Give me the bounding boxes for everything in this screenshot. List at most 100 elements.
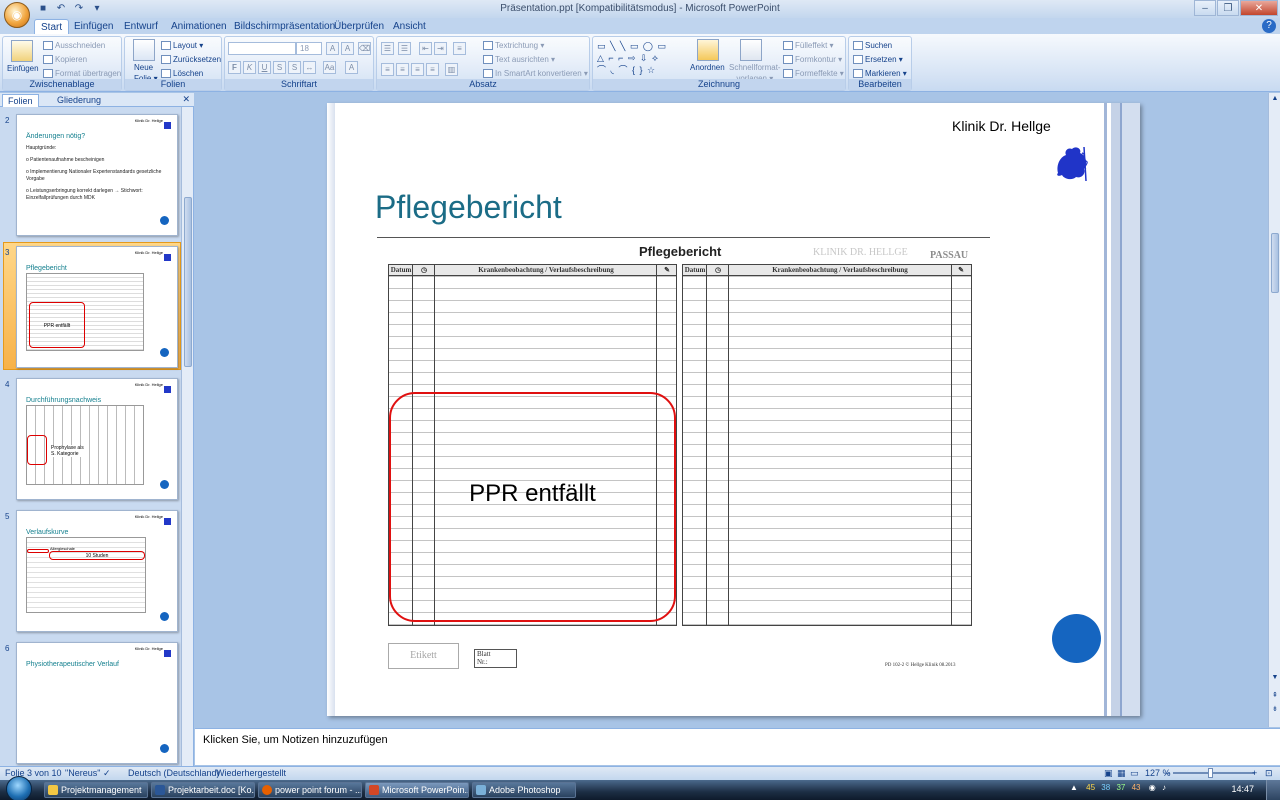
shrink-font-button[interactable]: A [341,42,354,55]
cut-button[interactable]: Ausschneiden [43,40,105,51]
tab-slideshow[interactable]: Bildschirmpräsentation [228,19,341,34]
restore-button[interactable]: ❐ [1217,0,1239,16]
decrease-indent-button[interactable]: ⇤ [419,42,432,55]
shadow-button[interactable]: S [288,61,301,74]
slide-thumbnail-6[interactable]: Klinik Dr. Hellge Physiotherapeutischer … [16,642,178,764]
tab-start[interactable]: Start [34,19,70,34]
select-button[interactable]: Markieren ▾ [853,68,907,79]
start-button[interactable] [6,776,32,800]
taskbar-item-firefox[interactable]: power point forum - ... [258,782,362,798]
network-icon[interactable]: ◉ [1149,783,1156,792]
sorter-view-icon[interactable]: ▦ [1117,768,1126,779]
slides-pane-scrollbar[interactable] [181,107,193,766]
previous-slide-icon[interactable]: ⇞ [1270,691,1280,701]
window-controls: – ❐ ✕ [1193,0,1278,16]
close-pane-icon[interactable]: ✕ [182,94,190,105]
arrange-button[interactable]: Anordnen [690,62,725,73]
tab-slides[interactable]: Folien [2,94,39,107]
replace-button[interactable]: Ersetzen ▾ [853,54,903,65]
shape-outline-button[interactable]: Formkontur ▾ [783,54,842,65]
tab-view[interactable]: Ansicht [387,19,432,34]
delete-slide-button[interactable]: Löschen [161,68,203,79]
slide-clinic-name[interactable]: Klinik Dr. Hellge [952,118,1051,134]
tab-animations[interactable]: Animationen [165,19,233,34]
slide-canvas[interactable]: Klinik Dr. Hellge Pflegebericht Pflegebe… [327,103,1140,716]
find-button[interactable]: Suchen [853,40,892,51]
numbering-button[interactable]: ☰ [398,42,411,55]
align-right-button[interactable]: ≡ [411,63,424,76]
spellcheck-icon[interactable]: ✓ [103,768,111,779]
theme-name[interactable]: "Nereus" [65,768,100,778]
zoom-in-icon[interactable]: + [1252,768,1257,778]
reset-button[interactable]: Zurücksetzen [161,54,221,65]
smartart-button[interactable]: In SmartArt konvertieren ▾ [483,68,588,79]
scrollbar-thumb[interactable] [184,197,192,367]
align-center-button[interactable]: ≡ [396,63,409,76]
shape-effects-label: Formeffekte [795,69,838,78]
slide-thumbnail-3[interactable]: Klinik Dr. Hellge Pflegebericht PPR entf… [16,246,178,368]
slide-title[interactable]: Pflegebericht [375,189,562,226]
line-spacing-button[interactable]: ≡ [453,42,466,55]
zoom-out-icon[interactable]: – [1165,768,1170,778]
align-left-button[interactable]: ≡ [381,63,394,76]
office-button[interactable]: ◉ [4,2,30,28]
bold-button[interactable]: F [228,61,241,74]
thumb-dot [160,480,169,489]
underline-button[interactable]: U [258,61,271,74]
close-button[interactable]: ✕ [1240,0,1278,16]
case-button[interactable]: Aa [323,61,336,74]
taskbar-item-word[interactable]: Projektarbeit.doc [Ko... [151,782,255,798]
scroll-down-icon[interactable]: ▼ [1270,673,1280,683]
bullets-button[interactable]: ☰ [381,42,394,55]
layout-button[interactable]: Layout ▾ [161,40,203,51]
normal-view-icon[interactable]: ▣ [1104,768,1113,779]
clock[interactable]: 14:47 [1231,784,1254,794]
scrollbar-thumb[interactable] [1271,233,1279,293]
font-size-field[interactable]: 18 [296,42,322,55]
zoom-slider-knob[interactable] [1208,768,1213,778]
copy-button[interactable]: Kopieren [43,54,87,65]
columns-button[interactable]: ▥ [445,63,458,76]
slideshow-view-icon[interactable]: ▭ [1130,768,1139,779]
shapes-gallery[interactable]: ▭ ╲ ╲ ▭ ◯ ▭ △ ⌐ ⌐ ⇨ ⇩ ⟡ ⌒ ◟ ⌒ { } ☆ [597,40,679,76]
zoom-slider[interactable] [1173,772,1255,774]
slide-scrollbar[interactable]: ▲ ▼ ⇞ ⇟ [1268,93,1280,727]
volume-icon[interactable]: ♪ [1162,783,1166,792]
tab-insert[interactable]: Einfügen [68,19,119,34]
format-painter-button[interactable]: Format übertragen [43,68,121,79]
text-direction-button[interactable]: Textrichtung ▾ [483,40,544,51]
minimize-button[interactable]: – [1194,0,1216,16]
slide-thumbnail-4[interactable]: Klinik Dr. Hellge Durchführungsnachweis … [16,378,178,500]
paste-button[interactable]: Einfügen [7,63,39,74]
font-color-button[interactable]: A [345,61,358,74]
justify-button[interactable]: ≡ [426,63,439,76]
tab-review[interactable]: Überprüfen [328,19,390,34]
next-slide-icon[interactable]: ⇟ [1270,705,1280,715]
notes-pane[interactable]: Klicken Sie, um Notizen hinzuzufügen [195,728,1280,765]
tab-outline[interactable]: Gliederung [52,94,106,107]
show-desktop-button[interactable] [1266,780,1280,800]
shape-effects-button[interactable]: Formeffekte ▾ [783,68,844,79]
taskbar-item-projektmanagement[interactable]: Projektmanagement [44,782,148,798]
fit-slide-icon[interactable]: ⊡ [1265,768,1273,779]
font-name-field[interactable] [228,42,296,55]
align-text-button[interactable]: Text ausrichten ▾ [483,54,555,65]
scroll-up-icon[interactable]: ▲ [1270,94,1280,104]
slide-thumbnail-5[interactable]: Klinik Dr. Hellge Verlaufskurve Allergie… [16,510,178,632]
italic-button[interactable]: K [243,61,256,74]
tab-design[interactable]: Entwurf [118,19,164,34]
strikethrough-button[interactable]: S [273,61,286,74]
shape-fill-button[interactable]: Fülleffekt ▾ [783,40,834,51]
slide-thumbnail-2[interactable]: Klinik Dr. Hellge Änderungen nötig? Haup… [16,114,178,236]
slide-right-stripes [1102,103,1140,716]
increase-indent-button[interactable]: ⇥ [434,42,447,55]
taskbar-item-powerpoint[interactable]: Microsoft PowerPoin... [365,782,469,798]
taskbar-item-photoshop[interactable]: Adobe Photoshop [472,782,576,798]
highlight-text[interactable]: PPR entfällt [389,480,676,508]
clear-format-button[interactable]: ⌫ [358,42,371,55]
language-indicator[interactable]: Deutsch (Deutschland) [128,768,220,778]
spacing-button[interactable]: ↔ [303,61,316,74]
help-icon[interactable]: ? [1262,19,1276,33]
tray-icon[interactable]: ▲ [1070,783,1078,792]
grow-font-button[interactable]: A [326,42,339,55]
